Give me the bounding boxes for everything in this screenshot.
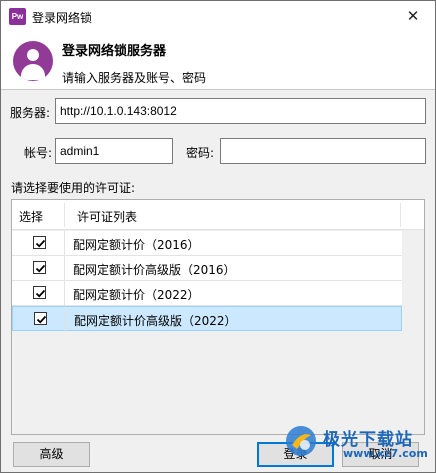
license-name: 配网定额计价（2016） — [73, 238, 200, 252]
license-list-header: 选择 许可证列表 — [12, 200, 424, 230]
license-row[interactable]: 配网定额计价（2022） — [12, 281, 402, 306]
account-input[interactable]: admin1 — [55, 138, 173, 164]
password-label: 密码: — [186, 146, 215, 160]
server-label: 服务器: — [10, 106, 51, 120]
server-input[interactable]: http://10.1.0.143:8012 — [55, 98, 426, 124]
license-prompt: 请选择要使用的许可证: — [11, 181, 136, 195]
license-name: 配网定额计价高级版（2016） — [73, 263, 236, 277]
checkmark-icon — [35, 264, 46, 273]
user-avatar-icon — [13, 41, 53, 81]
license-checkbox[interactable] — [34, 312, 47, 325]
license-checkbox[interactable] — [33, 286, 46, 299]
app-logo-icon: Pw — [9, 8, 26, 25]
license-checkbox[interactable] — [33, 261, 46, 274]
license-row[interactable]: 配网定额计价高级版（2016） — [12, 256, 402, 281]
checkmark-icon — [35, 239, 46, 248]
license-row-selected[interactable]: 配网定额计价高级版（2022） — [12, 306, 402, 332]
advanced-button[interactable]: 高级 — [13, 442, 90, 467]
license-checkbox[interactable] — [33, 236, 46, 249]
cancel-button[interactable]: 取消 — [342, 442, 419, 467]
license-name: 配网定额计价高级版（2022） — [74, 314, 237, 328]
login-button[interactable]: 登录 — [257, 442, 334, 467]
account-label: 帐号: — [24, 146, 53, 160]
column-header-license[interactable]: 许可证列表 — [77, 208, 137, 225]
title-bar: Pw 登录网络锁 ✕ — [1, 1, 435, 32]
header-subtitle: 请输入服务器及账号、密码 — [62, 71, 207, 85]
password-input[interactable] — [220, 138, 426, 164]
license-name: 配网定额计价（2022） — [73, 288, 200, 302]
checkmark-icon — [35, 289, 46, 298]
close-button[interactable]: ✕ — [391, 1, 435, 32]
header-title: 登录网络锁服务器 — [62, 44, 167, 59]
window-title: 登录网络锁 — [32, 11, 93, 25]
checkmark-icon — [36, 315, 47, 324]
dialog-header: 登录网络锁服务器 请输入服务器及账号、密码 — [1, 32, 435, 90]
license-list[interactable]: 选择 许可证列表 配网定额计价（2016） 配网定额计价高级版（2016） 配网… — [11, 199, 425, 435]
login-dialog: Pw 登录网络锁 ✕ 登录网络锁服务器 请输入服务器及账号、密码 服务器: ht… — [0, 0, 436, 473]
license-row[interactable]: 配网定额计价（2016） — [12, 231, 402, 256]
column-header-select[interactable]: 选择 — [19, 208, 43, 225]
